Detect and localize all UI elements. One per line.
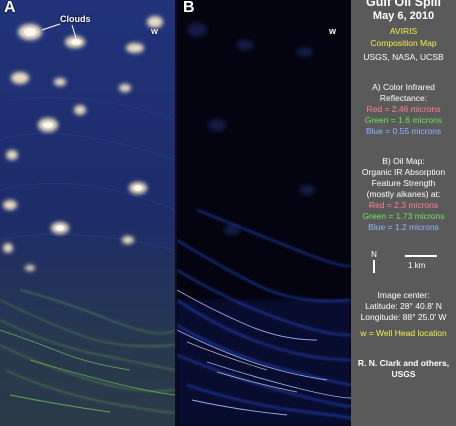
scale-bar bbox=[405, 255, 437, 257]
wellhead-marker-b: w bbox=[329, 26, 337, 36]
section-a-blue-band: Blue = 0.55 microns bbox=[365, 126, 442, 136]
map-name: Composition Map bbox=[370, 38, 437, 48]
section-a-heading2: Reflectance: bbox=[379, 93, 428, 103]
figure: A Clouds w B w Gulf Oil Spill May 6, 201… bbox=[0, 0, 456, 426]
section-b-red-band: Red = 2.3 microns bbox=[368, 200, 439, 210]
section-b-line2: Feature Strength bbox=[371, 178, 436, 188]
instrument-name: AVIRIS bbox=[389, 26, 418, 36]
north-and-scale: N 1 km bbox=[351, 250, 456, 276]
clouds-label: Clouds bbox=[60, 14, 91, 24]
north-label: N bbox=[371, 250, 377, 259]
section-a-green-band: Green = 1.6 microns bbox=[364, 115, 443, 125]
author-credit-org: USGS bbox=[391, 369, 416, 379]
image-center-heading: Image center: bbox=[377, 290, 430, 300]
section-b-line3: (mostly alkanes) at: bbox=[366, 189, 441, 199]
section-b-heading: B) Oil Map: bbox=[382, 156, 425, 166]
agencies: USGS, NASA, UCSB bbox=[363, 52, 444, 62]
panel-a-color-infrared-image: A Clouds w bbox=[0, 0, 175, 426]
panel-a-image bbox=[0, 0, 175, 426]
image-center-longitude: Longitude: 88° 25.0' W bbox=[360, 312, 447, 322]
figure-date: May 6, 2010 bbox=[372, 10, 435, 22]
author-credit: R. N. Clark and others, bbox=[357, 358, 450, 368]
figure-title: Gulf Oil Spill bbox=[366, 0, 441, 9]
wellhead-marker-a: w bbox=[151, 26, 159, 36]
north-arrow-icon: N bbox=[369, 250, 379, 273]
section-b-line1: Organic IR Absorption bbox=[361, 167, 446, 177]
panel-b-oil-map-image: B w bbox=[177, 0, 351, 426]
legend-sidebar: Gulf Oil Spill May 6, 2010 AVIRIS Compos… bbox=[351, 0, 456, 426]
panel-a-label: A bbox=[4, 0, 16, 16]
section-a-red-band: Red = 2.46 microns bbox=[366, 104, 441, 114]
wellhead-legend: w = Well Head location bbox=[360, 328, 447, 338]
scale-label: 1 km bbox=[408, 261, 426, 270]
section-b-green-band: Green = 1.73 microns bbox=[362, 211, 445, 221]
image-center-latitude: Latitude: 28° 40.8' N bbox=[365, 301, 442, 311]
panel-b-image bbox=[177, 0, 351, 426]
section-b-blue-band: Blue = 1.2 microns bbox=[368, 222, 439, 232]
section-a-heading: A) Color Infrared bbox=[372, 82, 435, 92]
panel-b-label: B bbox=[183, 0, 195, 16]
